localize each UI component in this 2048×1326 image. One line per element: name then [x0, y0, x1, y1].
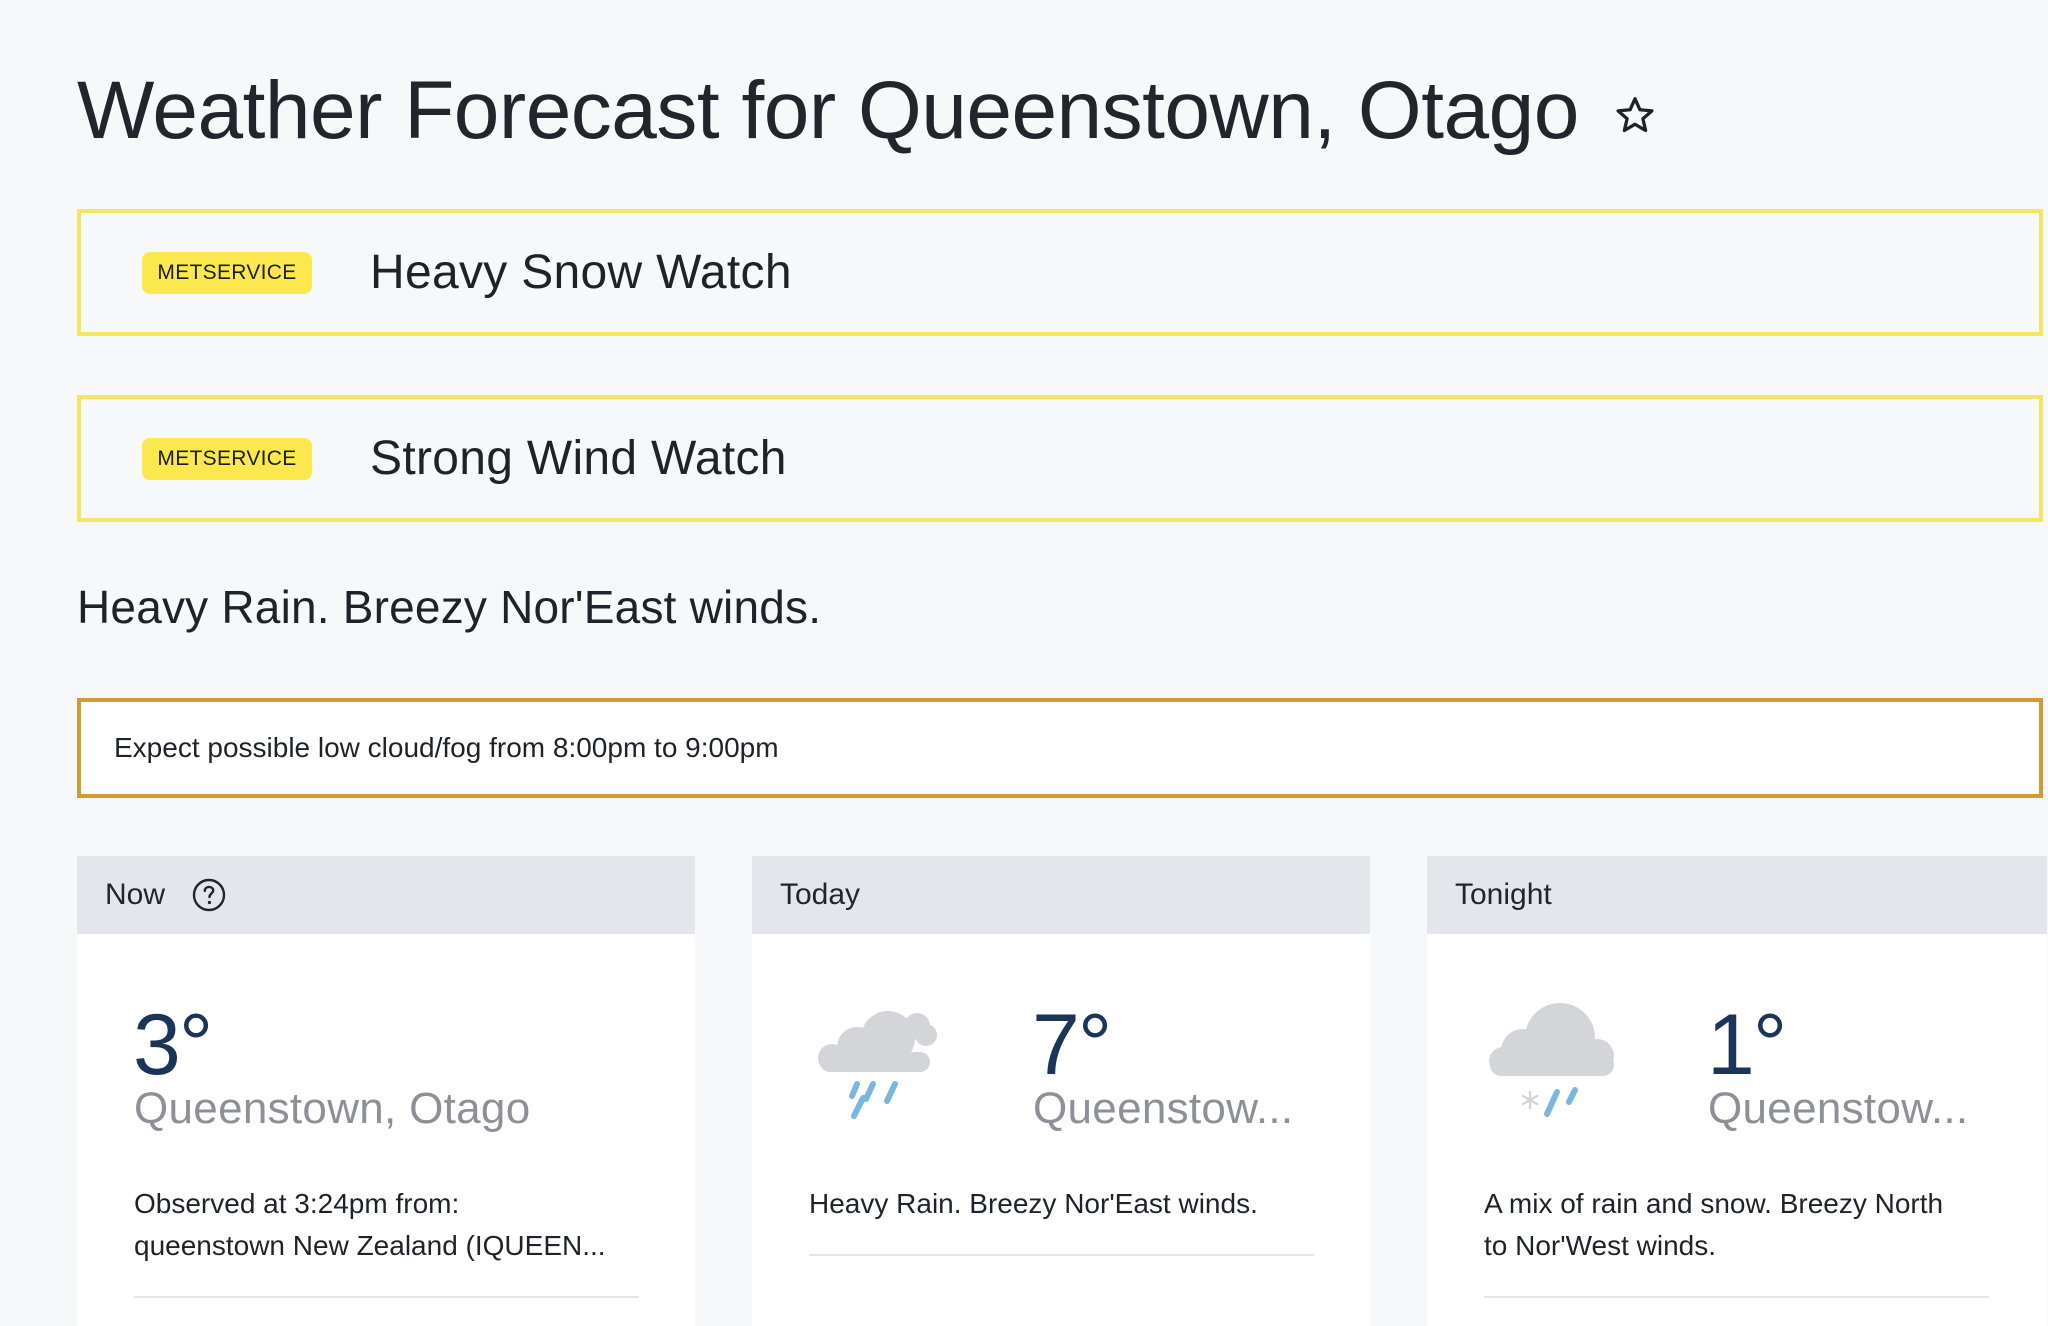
today-card-divider — [809, 1254, 1314, 1256]
question-circle-icon[interactable] — [191, 877, 227, 913]
warning-label: Heavy Snow Watch — [370, 246, 792, 299]
now-card: Now 3° Queenstown, Otago Observed at 3:2… — [77, 856, 695, 1326]
tonight-location: Queenstow... — [1708, 1084, 1969, 1133]
metservice-badge: METSERVICE — [142, 437, 312, 480]
star-outline-icon[interactable] — [1611, 92, 1659, 140]
tonight-temperature: 1° — [1707, 997, 1787, 1093]
tonight-description: A mix of rain and snow. Breezy North to … — [1484, 1183, 2004, 1267]
tonight-card-title: Tonight — [1455, 878, 1552, 911]
today-card: Today 7° Queenstow... Heavy Rain. Breezy… — [752, 856, 1370, 1326]
current-location: Queenstown, Otago — [134, 1084, 531, 1133]
tonight-description-line1: A mix of rain and snow. Breezy North — [1484, 1188, 1944, 1219]
today-card-header: Today — [752, 856, 1370, 934]
warning-strong-wind-watch[interactable]: METSERVICE Strong Wind Watch — [77, 395, 2043, 522]
warning-label: Strong Wind Watch — [370, 432, 787, 485]
tonight-card-divider — [1484, 1296, 1989, 1298]
fog-notice-text: Expect possible low cloud/fog from 8:00p… — [114, 732, 779, 763]
page-title: Weather Forecast for Queenstown, Otago — [77, 65, 1579, 156]
weather-forecast-page: Weather Forecast for Queenstown, Otago M… — [0, 0, 2048, 1326]
observed-info: Observed at 3:24pm from: queenstown New … — [134, 1183, 654, 1267]
now-card-title: Now — [105, 878, 166, 911]
heavy-rain-icon — [810, 1002, 950, 1137]
now-card-divider — [134, 1296, 639, 1298]
today-card-title: Today — [780, 878, 861, 911]
observed-station[interactable]: queenstown New Zealand (IQUEEN... — [134, 1225, 654, 1267]
warning-heavy-snow-watch[interactable]: METSERVICE Heavy Snow Watch — [77, 209, 2043, 336]
fog-notice: Expect possible low cloud/fog from 8:00p… — [77, 698, 2043, 798]
observed-time: Observed at 3:24pm from: — [134, 1188, 460, 1219]
tonight-description-line2: to Nor'West winds. — [1484, 1230, 1717, 1261]
forecast-summary: Heavy Rain. Breezy Nor'East winds. — [77, 581, 822, 633]
now-card-header: Now — [77, 856, 695, 934]
tonight-card: Tonight 1° Queenstow... A mix of rain an… — [1427, 856, 2047, 1326]
metservice-badge: METSERVICE — [142, 251, 312, 294]
today-temperature: 7° — [1032, 997, 1112, 1093]
title-row: Weather Forecast for Queenstown, Otago — [77, 56, 1659, 166]
current-temperature: 3° — [133, 997, 213, 1093]
rain-and-snow-icon — [1485, 996, 1625, 1136]
tonight-card-header: Tonight — [1427, 856, 2047, 934]
today-location: Queenstow... — [1033, 1084, 1294, 1133]
today-description: Heavy Rain. Breezy Nor'East winds. — [809, 1188, 1258, 1219]
